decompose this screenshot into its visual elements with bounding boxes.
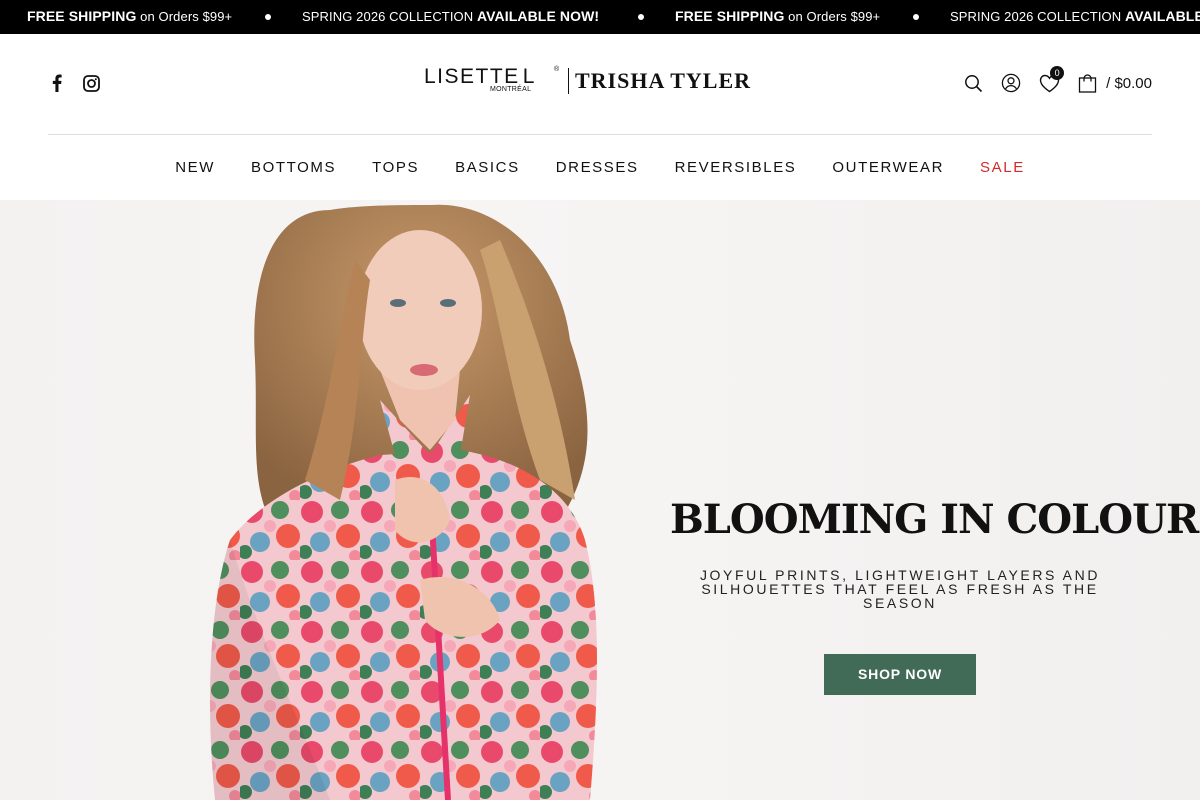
bullet-icon xyxy=(638,14,644,20)
shop-now-button[interactable]: SHOP NOW xyxy=(824,654,976,695)
search-icon[interactable] xyxy=(962,72,984,94)
bullet-icon xyxy=(913,14,919,20)
account-icon[interactable] xyxy=(1000,72,1022,94)
nav-item-tops[interactable]: TOPS xyxy=(372,159,419,176)
announcement-bar: FREE SHIPPING on Orders $99+ SPRING 2026… xyxy=(0,0,1200,34)
cart-total[interactable]: / $0.00 xyxy=(1106,75,1152,92)
announcement-message: SPRING 2026 COLLECTION AVAILABLE NOW! xyxy=(950,8,1200,24)
nav-item-reversibles[interactable]: REVERSIBLES xyxy=(675,159,797,176)
announcement-message: FREE SHIPPING on Orders $99+ xyxy=(675,8,881,24)
site-header: LISETTE L ® MONTRÉAL TRISHA TYLER 0 / $0.… xyxy=(0,34,1200,134)
nav-item-new[interactable]: NEW xyxy=(175,159,215,176)
announcement-message: FREE SHIPPING on Orders $99+ xyxy=(27,8,233,24)
nav-item-bottoms[interactable]: BOTTOMS xyxy=(251,159,336,176)
header-utilities: 0 / $0.00 xyxy=(962,66,1152,94)
hero-title: BLOOMING IN COLOUR xyxy=(670,496,1199,543)
social-links xyxy=(48,74,100,92)
facebook-icon[interactable] xyxy=(48,74,66,92)
hero-model-image xyxy=(210,204,597,800)
nav-item-dresses[interactable]: DRESSES xyxy=(556,159,639,176)
nav-item-basics[interactable]: BASICS xyxy=(455,159,520,176)
bullet-icon xyxy=(265,14,271,20)
nav-item-outerwear[interactable]: OUTERWEAR xyxy=(832,159,944,176)
trisha-tyler-wordmark: TRISHA TYLER xyxy=(575,68,752,93)
site-logo[interactable]: LISETTE L ® MONTRÉAL TRISHA TYLER xyxy=(424,64,776,98)
main-nav: NEW BOTTOMS TOPS BASICS DRESSES REVERSIB… xyxy=(0,135,1200,200)
hero-subtitle: JOYFUL PRINTS, LIGHTWEIGHT LAYERS AND SI… xyxy=(699,567,1101,611)
registered-mark: ® xyxy=(554,66,560,73)
wishlist-count-badge: 0 xyxy=(1050,66,1065,80)
cart-bag-icon[interactable] xyxy=(1076,72,1098,94)
announcement-message: SPRING 2026 COLLECTION AVAILABLE NOW! xyxy=(302,8,600,24)
hero-copy: BLOOMING IN COLOUR JOYFUL PRINTS, LIGHTW… xyxy=(670,496,1199,695)
nav-item-sale[interactable]: SALE xyxy=(980,159,1025,176)
logo-divider xyxy=(568,68,569,94)
montreal-label: MONTRÉAL xyxy=(490,86,532,93)
hero-banner: BLOOMING IN COLOUR JOYFUL PRINTS, LIGHTW… xyxy=(0,200,1200,800)
lisette-logo: LISETTE L ® MONTRÉAL xyxy=(424,64,564,98)
instagram-icon[interactable] xyxy=(82,74,100,92)
wishlist-button[interactable]: 0 xyxy=(1038,66,1065,94)
